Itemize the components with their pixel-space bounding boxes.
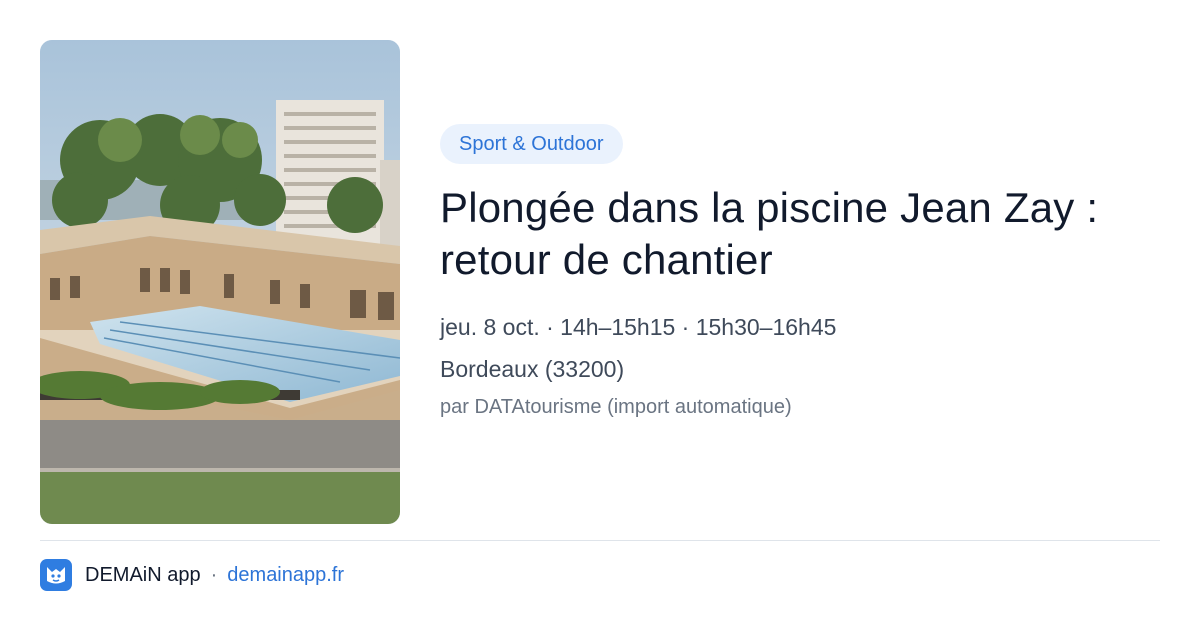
event-image[interactable] [40, 40, 400, 524]
pool-photo [40, 40, 400, 524]
demain-logo-icon [40, 559, 72, 591]
app-link[interactable]: demainapp.fr [227, 564, 344, 587]
category-badge[interactable]: Sport & Outdoor [440, 124, 623, 164]
app-name: DEMAiN app [85, 563, 201, 586]
footer-separator: · [210, 563, 218, 586]
event-location: Bordeaux (33200) [440, 356, 625, 382]
event-source: par DATAtourisme (import automatique) [440, 396, 792, 418]
footer-divider [40, 540, 1160, 541]
event-title[interactable]: Plongée dans la piscine Jean Zay : retou… [440, 182, 1160, 286]
event-details: Sport & Outdoor Plongée dans la piscine … [440, 124, 1160, 420]
event-schedule: jeu. 8 oct. · 14h–15h15 · 15h30–16h45 [440, 314, 837, 340]
link-preview-card[interactable]: Sport & Outdoor Plongée dans la piscine … [0, 0, 1200, 630]
footer: DEMAiN app · demainapp.fr [40, 558, 344, 592]
